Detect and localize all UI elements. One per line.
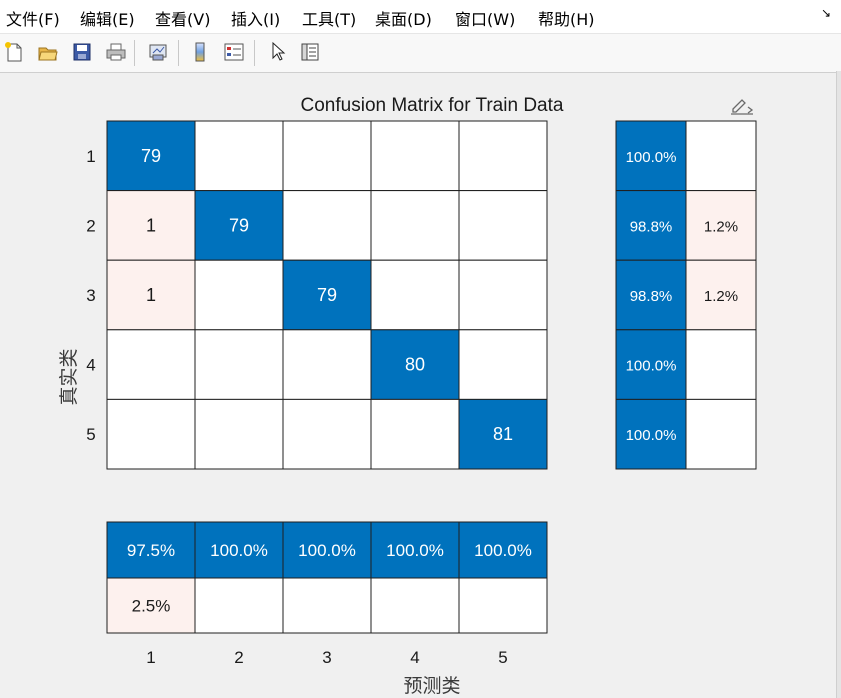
menu-tools[interactable]: 工具(T) bbox=[302, 6, 356, 30]
menu-help[interactable]: 帮助(H) bbox=[538, 6, 595, 30]
matrix-cell bbox=[370, 120, 460, 192]
matrix-cell bbox=[458, 259, 548, 331]
column-summary-incorrect bbox=[370, 577, 460, 634]
menu-insert[interactable]: 插入(I) bbox=[231, 6, 280, 30]
column-summary-incorrect bbox=[282, 577, 372, 634]
open-file-icon[interactable] bbox=[36, 40, 60, 64]
figure-area: Confusion Matrix for Train Data 真实类 预测类 … bbox=[0, 71, 836, 698]
matrix-cell bbox=[106, 329, 196, 400]
menu-desktop[interactable]: 桌面(D) bbox=[375, 6, 432, 30]
menu-file[interactable]: 文件(F) bbox=[6, 6, 60, 30]
row-summary-correct-label: 100.0% bbox=[626, 358, 677, 375]
row-summary-correct-label: 100.0% bbox=[626, 427, 677, 444]
menu-view[interactable]: 查看(V) bbox=[155, 6, 210, 30]
column-summary-incorrect-label: 2.5% bbox=[132, 597, 171, 616]
figure-toolbar bbox=[0, 33, 841, 73]
edit-plot-arrow-icon[interactable] bbox=[266, 40, 290, 64]
matrix-cell-label: 79 bbox=[141, 146, 161, 166]
row-summary-correct-label: 98.8% bbox=[630, 288, 673, 305]
y-axis-label: 真实类 bbox=[58, 348, 80, 405]
column-summary-correct-label: 100.0% bbox=[386, 541, 444, 560]
column-summary-correct-label: 97.5% bbox=[127, 541, 175, 560]
matrix-cell bbox=[194, 329, 284, 400]
row-summary-incorrect bbox=[685, 398, 757, 470]
matrix-cell bbox=[282, 190, 372, 261]
matrix-cell bbox=[458, 329, 548, 400]
matrix-cell bbox=[106, 398, 196, 470]
row-tick-label: 5 bbox=[86, 425, 95, 444]
row-tick-label: 1 bbox=[86, 147, 95, 166]
row-tick-label: 3 bbox=[86, 286, 95, 305]
matrix-cell bbox=[458, 190, 548, 261]
row-summary-incorrect bbox=[685, 120, 757, 192]
row-summary-correct-label: 98.8% bbox=[630, 218, 673, 235]
save-icon[interactable] bbox=[70, 40, 94, 64]
window-right-edge bbox=[836, 71, 841, 698]
matrix-cell-label: 79 bbox=[317, 285, 337, 305]
column-tick-label: 3 bbox=[322, 648, 331, 667]
confusion-matrix-chart: Confusion Matrix for Train Data 真实类 预测类 … bbox=[58, 95, 757, 697]
row-tick-label: 2 bbox=[86, 216, 95, 235]
row-summary-incorrect-label: 1.2% bbox=[704, 218, 738, 235]
matrix-cell bbox=[194, 398, 284, 470]
matrix-cell bbox=[194, 259, 284, 331]
matrix-cell-label: 79 bbox=[229, 215, 249, 235]
column-tick-label: 2 bbox=[234, 648, 243, 667]
x-axis-label: 预测类 bbox=[403, 675, 460, 697]
row-summary-correct-label: 100.0% bbox=[626, 149, 677, 166]
matrix-cell bbox=[282, 398, 372, 470]
row-tick-label: 4 bbox=[86, 356, 95, 375]
matrix-cell bbox=[194, 120, 284, 192]
matrix-cell bbox=[458, 120, 548, 192]
menu-bar: 文件(F) 编辑(E) 查看(V) 插入(I) 工具(T) 桌面(D) 窗口(W… bbox=[0, 0, 841, 33]
matrix-cell bbox=[370, 190, 460, 261]
toolbar-separator bbox=[134, 40, 135, 66]
edit-annotation-icon[interactable] bbox=[731, 99, 754, 115]
legend-icon[interactable] bbox=[222, 40, 246, 64]
menu-edit[interactable]: 编辑(E) bbox=[80, 6, 135, 30]
link-plot-icon[interactable] bbox=[146, 40, 170, 64]
toolbar-separator bbox=[254, 40, 255, 66]
matrix-cell bbox=[370, 259, 460, 331]
column-summary-correct-label: 100.0% bbox=[474, 541, 532, 560]
column-summary-incorrect bbox=[458, 577, 548, 634]
column-summary-incorrect bbox=[194, 577, 284, 634]
colorbar-icon[interactable] bbox=[188, 40, 212, 64]
print-icon[interactable] bbox=[104, 40, 128, 64]
column-summary-correct-label: 100.0% bbox=[210, 541, 268, 560]
matrix-cell bbox=[282, 120, 372, 192]
row-summary-incorrect bbox=[685, 329, 757, 400]
toolbar-separator bbox=[178, 40, 179, 66]
property-inspector-icon[interactable] bbox=[298, 40, 322, 64]
column-tick-label: 4 bbox=[410, 648, 419, 667]
row-summary-incorrect-label: 1.2% bbox=[704, 288, 738, 305]
column-tick-label: 5 bbox=[498, 648, 507, 667]
matrix-cell-label: 1 bbox=[146, 215, 156, 235]
menu-window[interactable]: 窗口(W) bbox=[455, 6, 515, 30]
matrix-cell-label: 81 bbox=[493, 424, 513, 444]
dock-arrow-icon[interactable]: ↘ bbox=[821, 6, 831, 20]
matrix-cell bbox=[282, 329, 372, 400]
column-summary-correct-label: 100.0% bbox=[298, 541, 356, 560]
matrix-cell bbox=[370, 398, 460, 470]
matrix-cell-label: 1 bbox=[146, 285, 156, 305]
new-figure-icon[interactable] bbox=[2, 40, 26, 64]
chart-title: Confusion Matrix for Train Data bbox=[301, 95, 564, 116]
column-tick-label: 1 bbox=[146, 648, 155, 667]
matrix-cell-label: 80 bbox=[405, 355, 425, 375]
